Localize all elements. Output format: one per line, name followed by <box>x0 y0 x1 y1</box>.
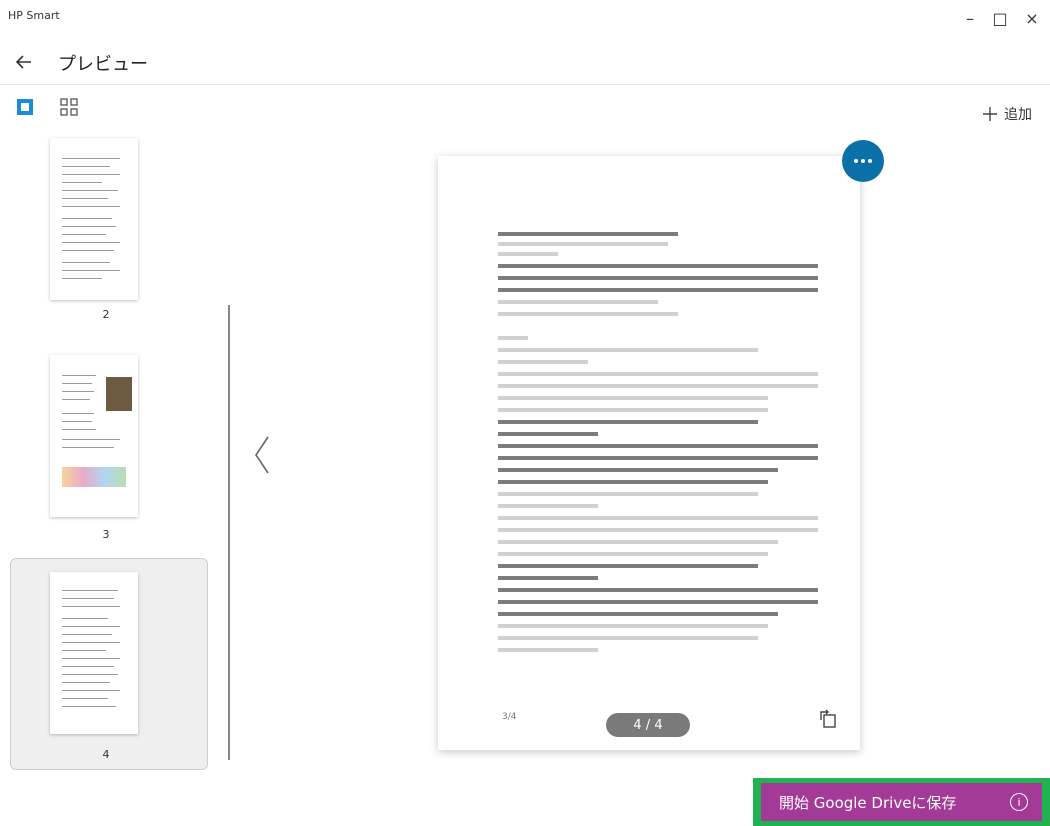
thumbnail-label: 2 <box>102 308 110 321</box>
back-arrow-icon <box>15 55 31 69</box>
thumbnail-image <box>106 377 132 411</box>
minimize-icon: – <box>966 8 974 28</box>
maximize-icon: □ <box>992 8 1008 28</box>
rotate-icon <box>820 709 836 728</box>
thumbnail-page-4[interactable] <box>50 572 138 734</box>
ellipsis-icon <box>854 159 872 163</box>
page-header: プレビュー <box>0 40 1050 85</box>
page-number: 3/4 <box>502 712 517 722</box>
thumbnail-page-3[interactable] <box>50 355 138 517</box>
app-title: HP Smart <box>8 9 60 22</box>
plus-icon <box>983 107 997 121</box>
maximize-button[interactable]: □ <box>986 6 1014 30</box>
add-button[interactable]: 追加 <box>982 104 1032 124</box>
thumbnail-colorful-text <box>62 467 126 487</box>
page-preview: 3/4 4 / 4 <box>438 156 860 750</box>
close-icon: × <box>1025 8 1039 28</box>
save-to-google-drive-button[interactable]: 開始 Google Driveに保存 i <box>761 783 1042 821</box>
add-label: 追加 <box>1004 107 1032 123</box>
title-bar: HP Smart – □ × <box>0 0 1050 36</box>
save-button-highlight: 開始 Google Driveに保存 i <box>753 778 1050 826</box>
minimize-button[interactable]: – <box>956 6 984 30</box>
info-icon[interactable]: i <box>1010 793 1028 811</box>
page-title: プレビュー <box>58 54 148 75</box>
close-button[interactable]: × <box>1018 6 1046 30</box>
single-view-button[interactable] <box>14 96 36 118</box>
page-indicator: 4 / 4 <box>606 713 690 737</box>
grid-view-button[interactable] <box>58 96 80 118</box>
thumbnail-scrollbar[interactable] <box>228 305 230 760</box>
rotate-button[interactable] <box>816 706 842 732</box>
save-label: 開始 Google Driveに保存 <box>779 793 957 812</box>
thumbnail-label: 4 <box>102 748 110 761</box>
back-button[interactable] <box>10 48 38 76</box>
thumbnail-page-2[interactable] <box>50 138 138 300</box>
thumbnail-label: 3 <box>102 528 110 541</box>
single-view-icon <box>17 99 33 115</box>
more-options-button[interactable] <box>842 140 884 182</box>
grid-view-icon <box>60 98 78 116</box>
previous-page-button[interactable] <box>250 430 274 480</box>
chevron-left-icon <box>255 436 269 474</box>
